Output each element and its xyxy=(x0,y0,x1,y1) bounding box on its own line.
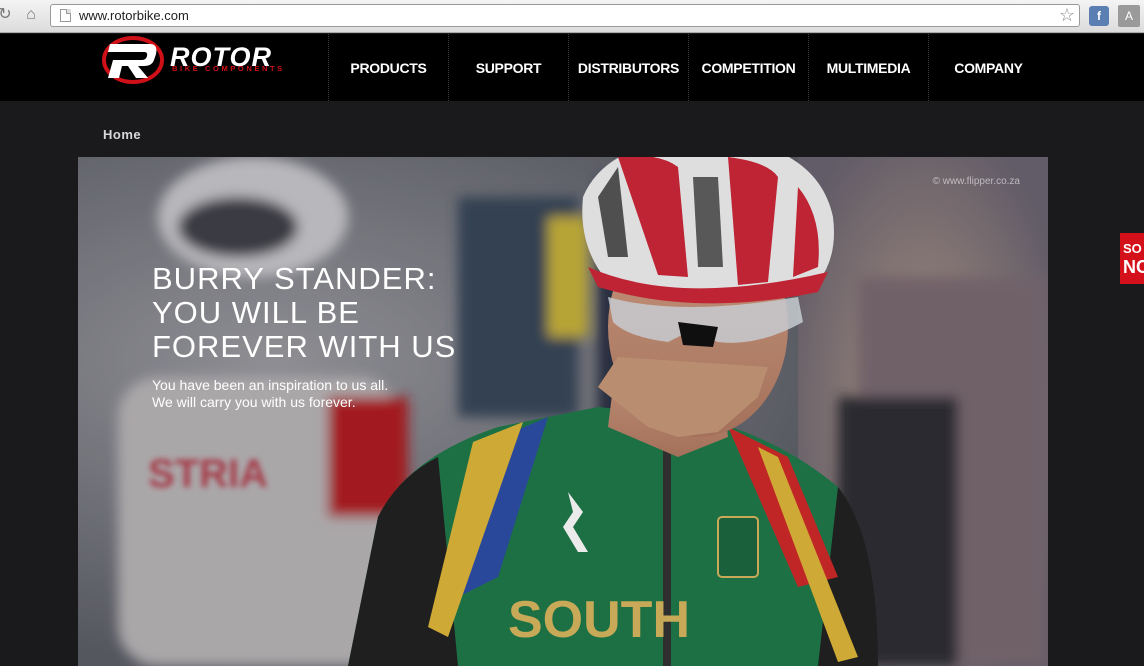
page-icon xyxy=(60,9,71,22)
hero-banner[interactable]: STRIA SOUTH © www.flipper.co.za BURRY ST… xyxy=(78,157,1048,666)
extension-icon-2[interactable]: A xyxy=(1118,5,1140,27)
rotor-logo-mark xyxy=(102,36,164,84)
menu-products[interactable]: PRODUCTS xyxy=(328,34,448,101)
hero-photo: STRIA SOUTH xyxy=(78,157,1048,666)
browser-toolbar: ↻ ⌂ www.rotorbike.com ☆ f A xyxy=(0,0,1144,33)
hero-title: BURRY STANDER: YOU WILL BE FOREVER WITH … xyxy=(152,261,457,364)
menu-multimedia[interactable]: MULTIMEDIA xyxy=(808,34,928,101)
menu-competition[interactable]: COMPETITION xyxy=(688,34,808,101)
main-menu: PRODUCTS SUPPORT DISTRIBUTORS COMPETITIO… xyxy=(328,34,1048,101)
home-icon[interactable]: ⌂ xyxy=(22,6,40,24)
extension-icon[interactable]: f xyxy=(1089,6,1109,26)
star-icon[interactable]: ☆ xyxy=(1059,5,1075,26)
menu-support[interactable]: SUPPORT xyxy=(448,34,568,101)
menu-distributors[interactable]: DISTRIBUTORS xyxy=(568,34,688,101)
site-header: ROTOR BIKE COMPONENTS PRODUCTS SUPPORT D… xyxy=(0,34,1144,101)
hero-text: You have been an inspiration to us all. … xyxy=(152,377,389,410)
side-tab-line1: SO xyxy=(1123,241,1142,256)
menu-company[interactable]: COMPANY xyxy=(928,34,1048,101)
rotor-logo[interactable]: ROTOR BIKE COMPONENTS xyxy=(102,34,312,90)
url-text[interactable]: www.rotorbike.com xyxy=(79,8,189,23)
photo-credit: © www.flipper.co.za xyxy=(932,176,1020,187)
logo-tagline: BIKE COMPONENTS xyxy=(172,64,285,73)
address-bar[interactable]: www.rotorbike.com ☆ xyxy=(50,4,1080,27)
reload-icon[interactable]: ↻ xyxy=(0,6,14,24)
breadcrumb[interactable]: Home xyxy=(103,127,141,142)
side-tab[interactable]: SO NC xyxy=(1120,233,1144,284)
side-tab-line2: NC xyxy=(1123,257,1144,277)
